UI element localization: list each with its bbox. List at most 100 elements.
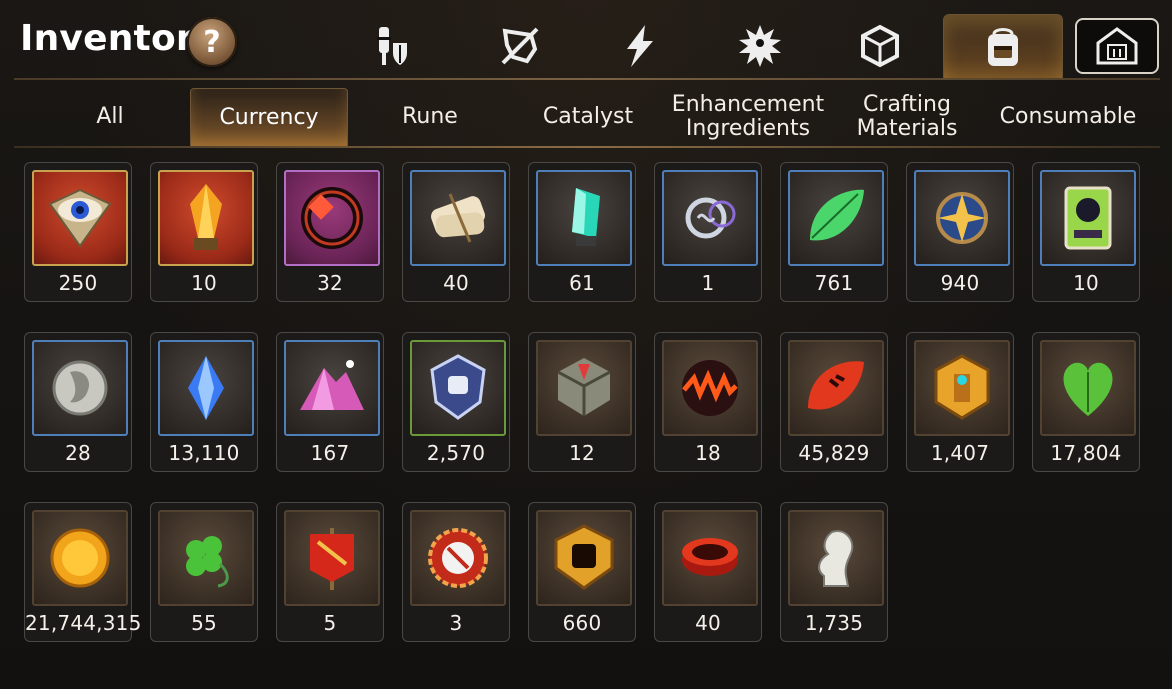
category-tab-bar: All Currency Rune Catalyst Enhancement I… (30, 88, 1160, 147)
clover-charm-icon (186, 536, 229, 588)
inventory-item-slot[interactable]: 660 (528, 502, 636, 642)
pink-mountain-icon (300, 360, 364, 410)
red-leaf-icon (808, 361, 864, 410)
item-icon-frame (788, 170, 884, 266)
item-icon-frame (410, 340, 506, 436)
inventory-item-slot[interactable]: 18 (654, 332, 762, 472)
tab-all[interactable]: All (30, 88, 190, 146)
inventory-item-slot[interactable]: 1,735 (780, 502, 888, 642)
item-icon-frame (536, 170, 632, 266)
inventory-item-slot[interactable]: 2,570 (402, 332, 510, 472)
inventory-item-slot[interactable]: 10 (1032, 162, 1140, 302)
fire-orb-icon (682, 360, 738, 416)
knight-helmet-shield-icon (377, 27, 407, 65)
tab-currency[interactable]: Currency (190, 88, 348, 147)
item-quantity: 55 (191, 611, 217, 635)
green-heart-icon (1063, 362, 1113, 416)
tab-consumable[interactable]: Consumable (988, 88, 1148, 146)
item-icon-frame (284, 340, 380, 436)
item-icon-frame (536, 340, 632, 436)
item-icon-frame (788, 510, 884, 606)
item-icon-frame (536, 510, 632, 606)
inventory-item-slot[interactable]: 12 (528, 332, 636, 472)
tab-crafting-materials[interactable]: Crafting Materials (830, 88, 984, 146)
tab-inventory[interactable] (943, 14, 1063, 79)
cube-dice-icon (861, 24, 899, 68)
storehouse-icon (1096, 27, 1138, 65)
ticket-card-icon (1064, 186, 1112, 250)
item-quantity: 3 (449, 611, 463, 635)
star-amulet-icon (936, 192, 988, 244)
silver-pendant-icon (685, 197, 736, 239)
tab-artifacts[interactable] (470, 14, 570, 78)
inventory-panel: Inventory ? All Currency Rune Catalyst E… (0, 0, 1172, 689)
item-quantity: 940 (940, 271, 980, 295)
silver-coin-icon (52, 360, 108, 416)
item-quantity: 660 (562, 611, 602, 635)
tab-storage[interactable] (1075, 18, 1159, 74)
lightning-icon (627, 25, 653, 67)
header-divider (14, 78, 1160, 80)
fist-medal-icon (554, 524, 614, 590)
inventory-item-slot[interactable]: 40 (654, 502, 762, 642)
inventory-item-slot[interactable]: 1,407 (906, 332, 1014, 472)
inventory-item-slot[interactable]: 13,110 (150, 332, 258, 472)
item-quantity: 10 (191, 271, 217, 295)
item-quantity: 40 (695, 611, 721, 635)
inventory-item-slot[interactable]: 55 (150, 502, 258, 642)
item-icon-frame (284, 510, 380, 606)
inventory-item-slot[interactable]: 17,804 (1032, 332, 1140, 472)
item-quantity: 761 (814, 271, 854, 295)
item-icon-frame (662, 170, 758, 266)
item-icon-frame (284, 170, 380, 266)
help-button[interactable]: ? (187, 17, 237, 67)
tab-gacha[interactable] (830, 14, 930, 78)
inventory-item-slot[interactable]: 167 (276, 332, 384, 472)
inventory-item-slot[interactable]: 61 (528, 162, 636, 302)
tab-rune[interactable]: Rune (350, 88, 510, 146)
item-icon-frame (1040, 340, 1136, 436)
item-quantity: 5 (323, 611, 337, 635)
item-icon-frame (788, 340, 884, 436)
blue-gem-icon (188, 356, 224, 420)
item-quantity: 1,407 (930, 441, 990, 465)
item-icon-frame (158, 170, 254, 266)
red-bracelet-icon (682, 538, 738, 576)
inventory-item-slot[interactable]: 40 (402, 162, 510, 302)
inventory-item-slot[interactable]: 32 (276, 162, 384, 302)
teal-crystal-icon (572, 188, 600, 246)
item-icon-frame (410, 170, 506, 266)
item-quantity: 21,744,315 (25, 611, 142, 635)
item-quantity: 1,735 (804, 611, 864, 635)
inventory-item-slot[interactable]: 21,744,315 (24, 502, 142, 642)
item-quantity: 17,804 (1050, 441, 1122, 465)
inventory-item-slot[interactable]: 1 (654, 162, 762, 302)
tab-hero-gear[interactable] (340, 14, 440, 78)
tab-catalyst[interactable]: Catalyst (508, 88, 668, 146)
tab-specialty[interactable] (710, 14, 810, 78)
tab-skills[interactable] (590, 14, 690, 78)
inventory-item-slot[interactable]: 940 (906, 162, 1014, 302)
inventory-item-slot[interactable]: 250 (24, 162, 132, 302)
chess-knight-icon (818, 530, 854, 587)
item-icon-frame (158, 510, 254, 606)
fist-crest-icon (430, 354, 486, 420)
gold-coin-icon (50, 528, 110, 588)
eye-emblem-icon (48, 188, 112, 248)
inventory-item-slot[interactable]: 761 (780, 162, 888, 302)
inventory-item-slot[interactable]: 45,829 (780, 332, 888, 472)
item-icon-frame (662, 340, 758, 436)
inventory-item-slot[interactable]: 3 (402, 502, 510, 642)
inventory-item-slot[interactable]: 28 (24, 332, 132, 472)
inventory-item-slot[interactable]: 5 (276, 502, 384, 642)
tab-enhancement-ingredients[interactable]: Enhancement Ingredients (666, 88, 830, 146)
item-quantity: 1 (701, 271, 715, 295)
item-quantity: 10 (1073, 271, 1099, 295)
item-quantity: 45,829 (798, 441, 870, 465)
item-quantity: 2,570 (426, 441, 486, 465)
item-icon-frame (914, 340, 1010, 436)
war-banner-icon (310, 528, 354, 590)
item-icon-frame (32, 170, 128, 266)
item-quantity: 18 (695, 441, 721, 465)
inventory-item-slot[interactable]: 10 (150, 162, 258, 302)
